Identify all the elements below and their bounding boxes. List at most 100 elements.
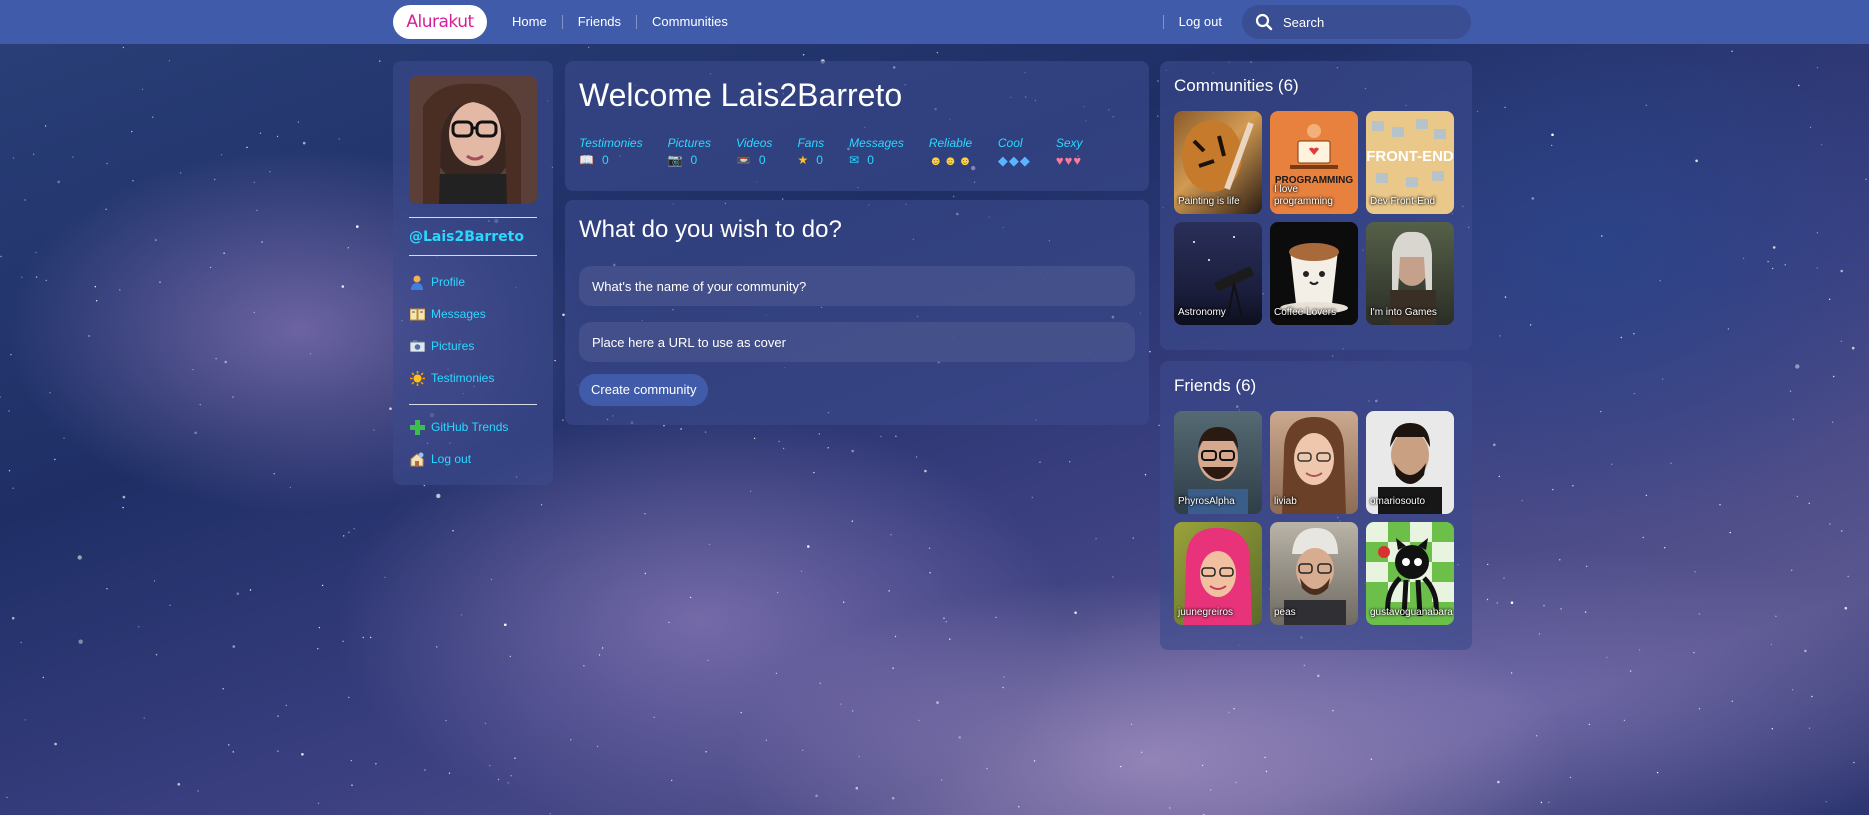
stat-fans[interactable]: Fans ★ 0	[797, 136, 824, 169]
sidebar-item-github-trends[interactable]: GitHub Trends	[409, 411, 537, 443]
friend-label: juunegreiros	[1178, 607, 1234, 618]
stat-messages[interactable]: Messages ✉ 0	[849, 136, 904, 169]
camera-icon	[409, 338, 425, 354]
friend-tile[interactable]: juunegreiros	[1174, 522, 1262, 625]
sidebar-item-testimonies[interactable]: Testimonies	[409, 362, 537, 394]
sidebar-item-label: Log out	[431, 452, 472, 466]
top-navigation-bar: Alurakut Home Friends Communities Log ou…	[0, 0, 1869, 44]
community-tile[interactable]: PROGRAMMING I love programming	[1270, 111, 1358, 214]
stat-value: 0	[867, 153, 874, 167]
stat-value: 0	[690, 153, 698, 167]
stat-label: Cool	[997, 136, 1023, 150]
stat-label: Pictures	[667, 136, 711, 150]
stat-value: 0	[601, 153, 609, 167]
alurakut-logo[interactable]: Alurakut	[393, 5, 487, 39]
stat-label: Reliable	[928, 136, 973, 150]
stat-value: 0	[816, 153, 823, 167]
stat-label: Messages	[849, 136, 904, 150]
stat-pictures[interactable]: Pictures 📷 0	[668, 136, 711, 169]
main-nav: Home Friends Communities	[497, 15, 743, 29]
stat-label: Videos	[735, 136, 773, 150]
camera-icon: 📷	[667, 153, 683, 167]
smiley-icon: ☻☻☻	[928, 153, 973, 168]
nav-communities-link[interactable]: Communities	[637, 15, 743, 29]
sidebar-item-label: Profile	[431, 275, 466, 289]
stat-value: 0	[758, 153, 766, 167]
section-title: What do you wish to do?	[579, 216, 842, 243]
sun-icon	[409, 370, 425, 386]
friend-label: gustavoguanabara	[1370, 607, 1453, 618]
friends-box: Friends (6) PhyrosAlpha liviab omariosou…	[1160, 361, 1472, 650]
stat-sexy: Sexy ♥♥♥	[1056, 136, 1083, 169]
community-tile[interactable]: FRONT-END Dev Front-End	[1366, 111, 1454, 214]
friends-title: Friends (6)	[1174, 376, 1257, 395]
friend-label: omariosouto	[1370, 496, 1426, 507]
friend-label: peas	[1274, 607, 1296, 618]
community-tile[interactable]: Astronomy	[1174, 222, 1262, 325]
communities-box: Communities (6) Painting is life PROGRAM…	[1160, 61, 1472, 350]
stat-cool: Cool ◆◆◆	[998, 136, 1031, 169]
divider	[409, 217, 537, 218]
community-label: Dev Front-End	[1370, 196, 1436, 207]
community-tile[interactable]: Painting is life	[1174, 111, 1262, 214]
avatar[interactable]	[409, 76, 537, 204]
friend-tile[interactable]: PhyrosAlpha	[1174, 411, 1262, 514]
stat-label: Sexy	[1055, 136, 1083, 150]
cover-url-field[interactable]: Place here a URL to use as cover	[579, 322, 1135, 362]
sidebar-item-label: Messages	[431, 307, 486, 321]
svg-text:FRONT-END: FRONT-END	[1366, 148, 1454, 165]
friend-label: liviab	[1274, 496, 1297, 507]
stat-label: Fans	[797, 136, 825, 150]
community-label: Painting is life	[1178, 196, 1240, 207]
stat-label: Testimonies	[579, 136, 643, 150]
welcome-box: Welcome Lais2Barreto Testimonies 📖 0 Pict…	[565, 61, 1149, 191]
nav-home-link[interactable]: Home	[497, 15, 563, 29]
search-input[interactable]	[1283, 14, 1453, 30]
sidebar-item-profile[interactable]: Profile	[409, 266, 537, 298]
divider	[409, 255, 537, 256]
stat-videos[interactable]: Videos 📼 0	[736, 136, 772, 169]
user-icon	[409, 274, 425, 290]
community-label: I love programming	[1274, 184, 1333, 207]
community-tile[interactable]: Coffee Lovers	[1270, 222, 1358, 325]
community-label: Coffee Lovers	[1274, 307, 1337, 318]
logout-link[interactable]: Log out	[1162, 15, 1237, 29]
profile-stats: Testimonies 📖 0 Pictures 📷 0 Videos 📼 0 Fan…	[579, 136, 1135, 169]
create-community-box: What do you wish to do? What's the name …	[565, 200, 1149, 425]
create-community-button[interactable]: Create community	[579, 374, 709, 406]
friend-label: PhyrosAlpha	[1178, 496, 1235, 507]
sidebar-item-pictures[interactable]: Pictures	[409, 330, 537, 362]
community-tile[interactable]: I'm into Games	[1366, 222, 1454, 325]
profile-sidebar: @Lais2Barreto Profile Messages Pictures …	[393, 61, 553, 485]
divider	[409, 404, 537, 405]
ice-cube-icon: ◆◆◆	[997, 153, 1031, 168]
stat-reliable: Reliable ☻☻☻	[929, 136, 973, 169]
mail-icon: ✉	[849, 153, 860, 167]
friend-tile[interactable]: omariosouto	[1366, 411, 1454, 514]
sidebar-item-messages[interactable]: Messages	[409, 298, 537, 330]
nav-friends-link[interactable]: Friends	[563, 15, 638, 29]
friend-tile[interactable]: gustavoguanabara	[1366, 522, 1454, 625]
search-box[interactable]	[1242, 5, 1471, 39]
sidebar-item-label: Pictures	[431, 339, 475, 353]
sidebar-item-label: Testimonies	[431, 371, 495, 385]
search-icon	[1255, 13, 1273, 31]
stat-testimonies[interactable]: Testimonies 📖 0	[579, 136, 643, 169]
star-icon: ★	[797, 153, 809, 167]
book-icon: 📖	[579, 153, 594, 167]
heart-icon: ♥♥♥	[1055, 153, 1083, 168]
community-label: Astronomy	[1178, 307, 1226, 318]
friend-tile[interactable]: peas	[1270, 522, 1358, 625]
plus-icon	[409, 419, 425, 435]
friend-tile[interactable]: liviab	[1270, 411, 1358, 514]
sidebar-item-label: GitHub Trends	[431, 420, 509, 434]
sidebar-item-logout[interactable]: Log out	[409, 443, 537, 475]
welcome-title: Welcome Lais2Barreto	[579, 77, 903, 113]
logout-icon	[409, 451, 425, 467]
community-name-field[interactable]: What's the name of your community?	[579, 266, 1135, 306]
community-label: I'm into Games	[1370, 307, 1437, 318]
profile-username-link[interactable]: @Lais2Barreto	[409, 229, 537, 245]
communities-title: Communities (6)	[1174, 76, 1299, 95]
book-icon	[409, 306, 425, 322]
video-icon: 📼	[735, 153, 751, 167]
